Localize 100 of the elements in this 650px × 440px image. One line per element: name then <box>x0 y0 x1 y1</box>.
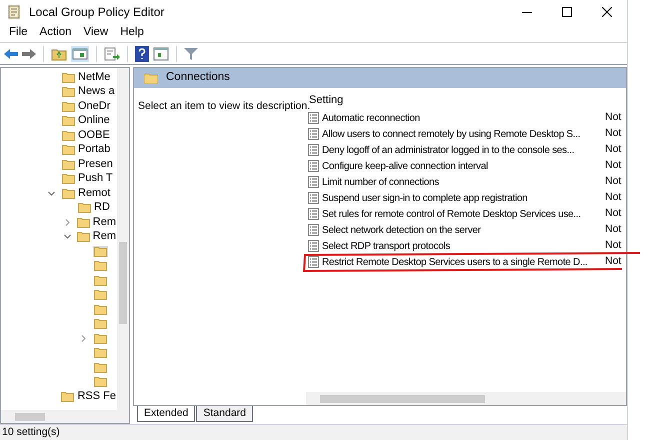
scrollbar-thumb[interactable] <box>119 242 127 324</box>
expand-chevron-icon[interactable] <box>80 334 87 342</box>
policy-setting-icon <box>308 256 319 268</box>
state-cell-text: Not <box>605 190 622 206</box>
tree-item[interactable]: Online <box>61 115 111 126</box>
folder-icon <box>62 72 75 83</box>
tree-item[interactable]: OOBE <box>61 130 111 141</box>
folder-icon <box>144 72 158 84</box>
policy-setting-icon <box>308 112 319 124</box>
tree-item[interactable]: News a <box>61 86 116 98</box>
menu-item[interactable]: Help <box>114 24 150 42</box>
tree-item[interactable] <box>93 246 108 257</box>
setting-name[interactable]: Set rules for remote control of Remote Desktop Services use... <box>322 206 605 222</box>
setting-name[interactable]: Restrict Remote Desktop Services users to a single Remote D... <box>322 254 605 270</box>
tree-item[interactable]: Portab <box>61 144 112 156</box>
folder-icon <box>94 246 107 257</box>
tree-item[interactable]: Rem <box>76 216 117 228</box>
setting-name[interactable]: Automatic reconnection <box>322 110 605 126</box>
policy-setting-icon <box>308 208 319 220</box>
console-tree-icon[interactable] <box>71 46 89 62</box>
tree-item[interactable] <box>93 362 108 373</box>
vertical-scrollbar[interactable] <box>117 68 129 410</box>
setting-name[interactable]: Allow users to connect remotely by using Remote Desktop S... <box>322 126 605 142</box>
collapse-chevron-icon[interactable] <box>64 233 71 240</box>
folder-icon <box>94 289 107 300</box>
tree-item[interactable]: RD <box>77 202 111 214</box>
setting-name[interactable]: Configure keep-alive connection interval <box>322 158 605 174</box>
tree-item[interactable] <box>93 260 108 272</box>
tree-item[interactable] <box>93 332 108 344</box>
state-cell-text: Not <box>605 110 622 126</box>
tree-item[interactable]: OneDr <box>61 100 112 112</box>
policy-setting-icon <box>308 128 319 140</box>
policy-setting-icon <box>308 160 319 172</box>
back-arrow-icon[interactable] <box>4 48 18 60</box>
state-cell-text: Not <box>605 206 622 222</box>
forward-arrow-icon[interactable] <box>22 48 36 60</box>
policy-setting-icon <box>308 192 319 204</box>
folder-icon <box>94 376 107 388</box>
tree-item[interactable]: Remot <box>61 188 112 199</box>
folder-up-icon[interactable] <box>51 46 67 60</box>
folder-icon <box>62 158 75 170</box>
tree-item[interactable] <box>93 289 108 300</box>
app-icon <box>7 5 21 19</box>
folder-icon <box>76 231 90 242</box>
tree-item[interactable]: Rem <box>76 231 117 242</box>
tab[interactable]: Extended <box>137 406 196 422</box>
folder-icon <box>94 304 107 315</box>
tree-item[interactable] <box>93 304 108 315</box>
folder-icon <box>94 332 107 344</box>
setting-name[interactable]: Suspend user sign-in to complete app registration <box>322 190 605 206</box>
setting-name[interactable]: Select RDP transport protocols <box>322 238 605 254</box>
collapse-chevron-icon[interactable] <box>48 190 55 197</box>
policy-setting-icon <box>308 176 319 188</box>
tree-item[interactable] <box>93 274 108 286</box>
console-pane-icon[interactable] <box>153 46 169 60</box>
folder-icon <box>62 188 75 199</box>
state-cell-text: Not <box>605 222 622 238</box>
folder-icon <box>78 202 91 214</box>
export-list-icon[interactable] <box>104 46 120 60</box>
scrollbar-thumb[interactable] <box>15 412 45 420</box>
tree-item[interactable]: NetMe <box>61 72 112 83</box>
status-text: 10 setting(s) <box>1 424 60 440</box>
folder-icon <box>94 260 107 272</box>
folder-icon <box>61 390 74 402</box>
tree-item[interactable]: Push T <box>61 173 114 184</box>
folder-icon <box>94 347 107 358</box>
tree-item[interactable] <box>93 318 108 330</box>
tree-item[interactable] <box>93 376 108 388</box>
scrollbar-thumb[interactable] <box>320 394 485 402</box>
tree-item[interactable] <box>93 347 108 358</box>
folder-icon <box>94 274 107 286</box>
folder-icon <box>62 144 75 156</box>
folder-icon <box>62 115 75 126</box>
policy-setting-icon <box>308 224 319 236</box>
window-title: Local Group Policy Editor <box>29 4 164 21</box>
folder-icon <box>94 362 107 373</box>
filter-icon[interactable] <box>184 46 198 60</box>
setting-name[interactable]: Select network detection on the server <box>322 222 605 238</box>
state-cell-text: Not <box>605 174 622 190</box>
setting-name[interactable]: Limit number of connections <box>322 174 605 190</box>
help-icon[interactable] <box>135 46 149 62</box>
policy-setting-icon <box>308 240 319 252</box>
menu-item[interactable]: Action <box>34 24 78 42</box>
tree-item[interactable]: RSS Fe <box>60 390 117 402</box>
state-cell-text: Not <box>605 238 622 254</box>
folder-icon <box>62 130 75 141</box>
maximize-icon <box>562 7 572 17</box>
policy-setting-icon <box>308 144 319 156</box>
menu-item[interactable]: View <box>78 24 114 42</box>
state-cell-text: Not <box>605 126 622 142</box>
horizontal-scrollbar[interactable] <box>306 392 626 405</box>
menu-item[interactable]: File <box>3 24 34 42</box>
tree-item[interactable]: Presen <box>61 158 114 170</box>
tab[interactable]: Standard <box>196 406 253 422</box>
horizontal-scrollbar[interactable] <box>1 410 129 423</box>
expand-chevron-icon[interactable] <box>64 218 71 226</box>
setting-name[interactable]: Deny logoff of an administrator logged in to the console ses... <box>322 142 605 158</box>
folder-icon <box>62 100 75 112</box>
section-title: Connections <box>166 70 230 86</box>
folder-icon <box>62 173 75 184</box>
